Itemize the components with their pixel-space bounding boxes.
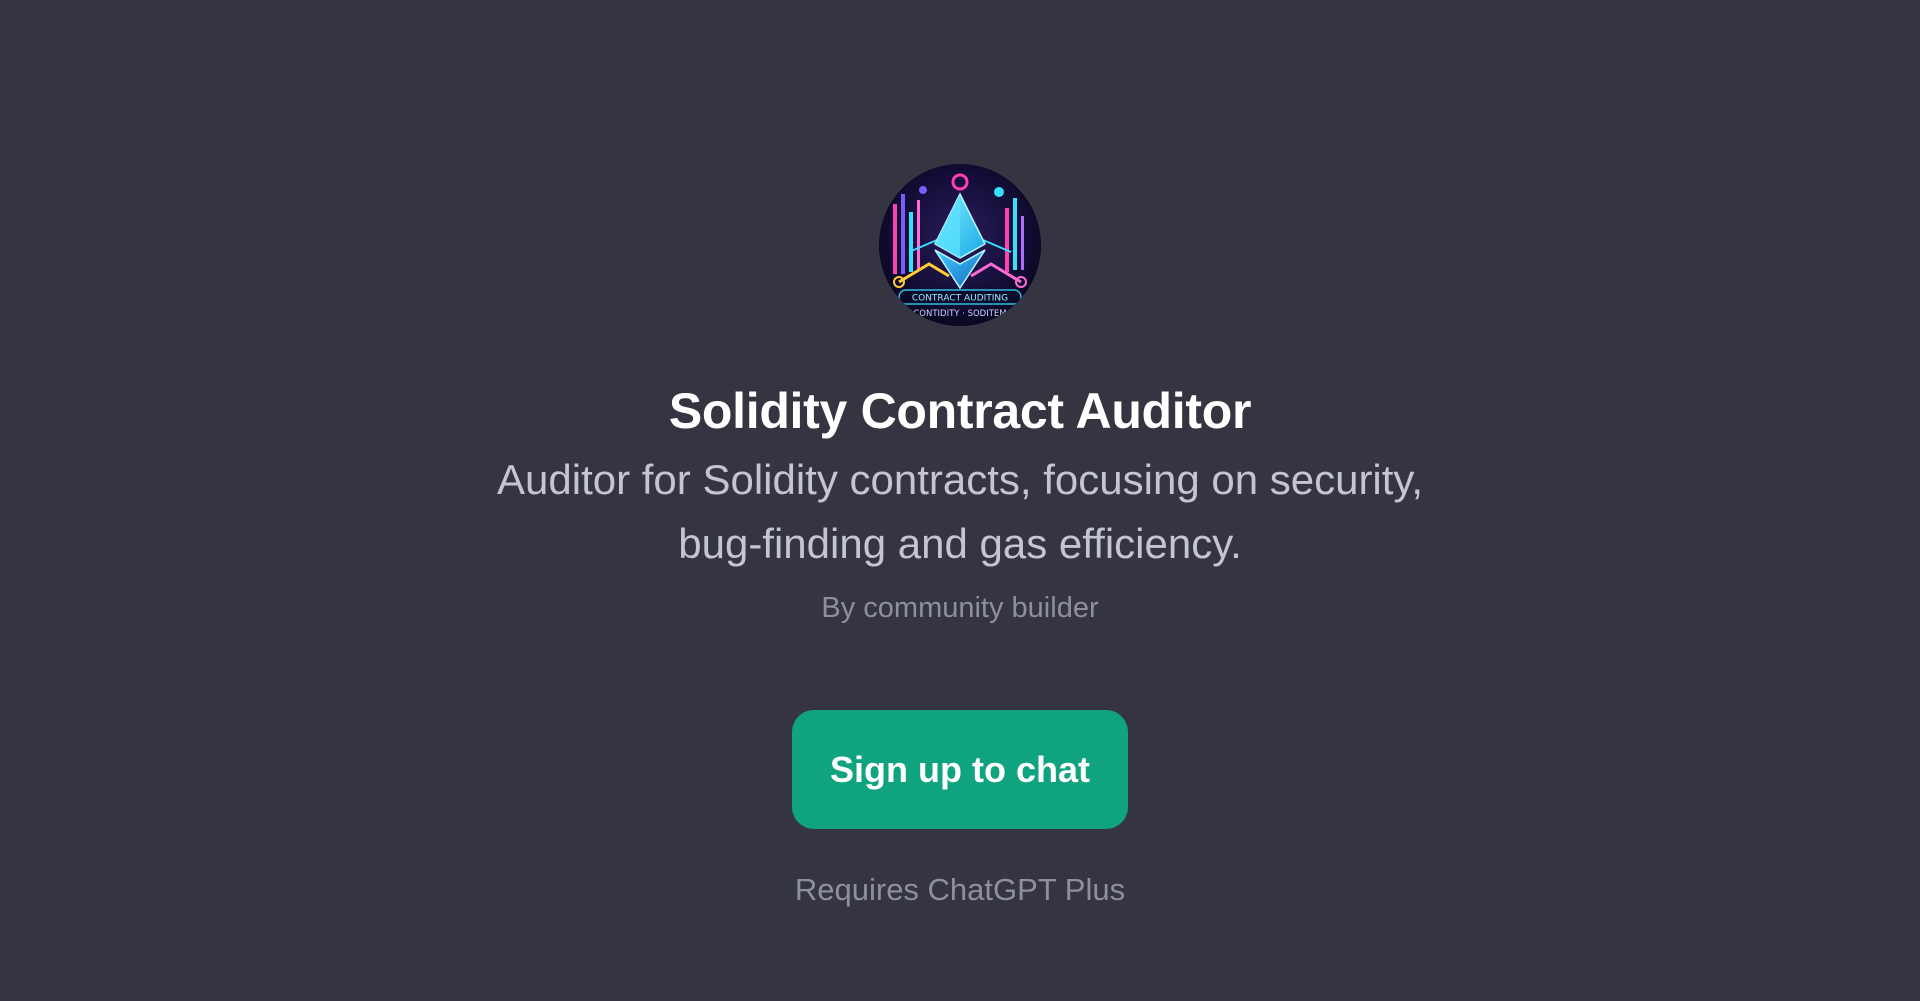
gpt-byline: By community builder bbox=[821, 592, 1099, 624]
avatar-caption-line2: CONTIDITY · SODITEM bbox=[913, 309, 1006, 319]
gpt-description: Auditor for Solidity contracts, focusing… bbox=[497, 456, 1423, 567]
gpt-title: Solidity Contract Auditor bbox=[668, 383, 1252, 439]
avatar-caption-line1: CONTRACT AUDITING bbox=[912, 294, 1008, 304]
ethereum-contract-auditing-logo-icon: CONTRACT AUDITING CONTIDITY · SODITEM bbox=[879, 164, 1041, 326]
requires-plus-note: Requires ChatGPT Plus bbox=[794, 872, 1126, 907]
gpt-landing-page: CONTRACT AUDITING CONTIDITY · SODITEM So… bbox=[0, 0, 1920, 1001]
signup-button[interactable]: Sign up to chat bbox=[792, 710, 1128, 829]
signup-button-label: Sign up to chat bbox=[830, 748, 1090, 790]
gpt-avatar: CONTRACT AUDITING CONTIDITY · SODITEM bbox=[879, 164, 1041, 326]
